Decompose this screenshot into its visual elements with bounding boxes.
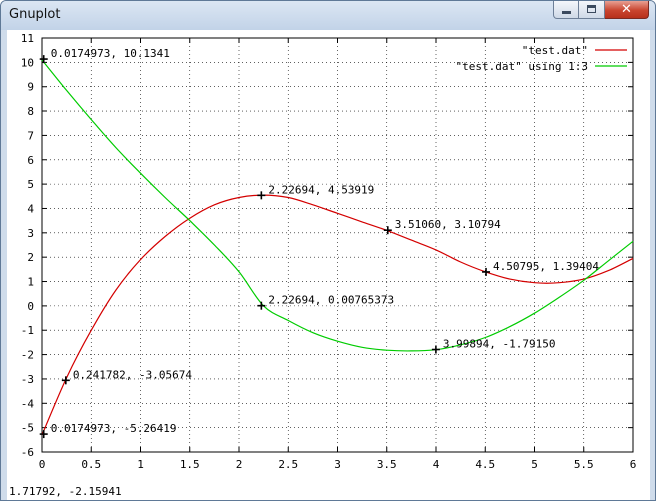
close-icon: ✕ [621, 2, 632, 17]
x-tick-label: 1.5 [180, 458, 200, 471]
x-tick-label: 0.5 [81, 458, 101, 471]
x-tick-label: 5.5 [574, 458, 594, 471]
y-tick-label: -6 [21, 446, 34, 459]
x-tick-label: 3.5 [377, 458, 397, 471]
y-tick-label: 7 [27, 129, 34, 142]
y-tick-label: -5 [21, 422, 34, 435]
y-tick-label: 4 [27, 202, 34, 215]
ticks: 0 0.5 1 1.5 2 2.5 3 3.5 4 4.5 5 5.5 6 -6 -5 -4 -3 -2 -1 0 1 2… [21, 32, 637, 471]
annotation-label: 0.0174973, -5.26419 [51, 422, 177, 435]
y-tick-label: 10 [21, 56, 34, 69]
y-tick-label: 0 [27, 300, 34, 313]
series-line-1 [41, 194, 634, 436]
annotation-label: 2.22694, 4.53919 [268, 183, 374, 196]
x-tick-label: 6 [630, 458, 637, 471]
x-tick-label: 4 [433, 458, 440, 471]
gnuplot-window: Gnuplot ✕ 0 0.5 1 1.5 2 2.5 3 3.5 4 4.5 5 5.5 6 -6 -5 -… [0, 0, 656, 501]
y-tick-label: 11 [21, 32, 34, 45]
close-button[interactable]: ✕ [605, 1, 649, 19]
series-line-2 [41, 59, 634, 352]
plot-area[interactable]: 0 0.5 1 1.5 2 2.5 3 3.5 4 4.5 5 5.5 6 -6 -5 -4 -3 -2 -1 0 1 2… [7, 30, 650, 501]
annotation-label: 3.99894, -1.79150 [443, 338, 556, 351]
x-tick-label: 5 [531, 458, 538, 471]
maximize-button[interactable] [579, 1, 605, 19]
x-tick-label: 0 [39, 458, 46, 471]
window-title: Gnuplot [9, 7, 61, 22]
x-tick-label: 2.5 [278, 458, 298, 471]
y-tick-label: 8 [27, 105, 34, 118]
y-tick-label: 1 [27, 276, 34, 289]
plot-chart[interactable]: 0 0.5 1 1.5 2 2.5 3 3.5 4 4.5 5 5.5 6 -6 -5 -4 -3 -2 -1 0 1 2… [7, 30, 650, 501]
plot-frame [41, 37, 634, 453]
annotations: 0.0174973, 10.1341 2.22694, 4.53919 3.5106… [39, 47, 599, 439]
window-controls: ✕ [553, 1, 649, 21]
x-tick-label: 3 [334, 458, 341, 471]
y-tick-label: -2 [21, 349, 34, 362]
y-tick-label: -3 [21, 373, 34, 386]
minimize-icon [562, 11, 571, 14]
annotation-label: 2.22694, 0.00765373 [268, 294, 394, 307]
y-tick-label: 9 [27, 81, 34, 94]
y-tick-label: 5 [27, 178, 34, 191]
grid [42, 38, 633, 452]
y-tick-label: 3 [27, 227, 34, 240]
annotation-label: 0.0174973, 10.1341 [51, 47, 170, 60]
legend-label-2: "test.dat" using 1:3 [456, 60, 588, 73]
title-bar[interactable]: Gnuplot ✕ [1, 1, 655, 30]
x-tick-label: 4.5 [475, 458, 495, 471]
annotation-label: 3.51060, 3.10794 [395, 218, 501, 231]
minimize-button[interactable] [553, 1, 579, 19]
x-tick-label: 1 [137, 458, 144, 471]
y-tick-label: -4 [21, 397, 35, 410]
y-tick-label: -1 [21, 324, 34, 337]
y-tick-label: 2 [27, 251, 34, 264]
status-coordinates: 1.71792, -2.15941 [9, 485, 122, 498]
maximize-icon [587, 5, 596, 13]
annotation-label: 0.241782, -3.05674 [73, 368, 193, 381]
y-tick-label: 6 [27, 154, 34, 167]
legend: "test.dat" "test.dat" using 1:3 [456, 44, 627, 73]
legend-label-1: "test.dat" [522, 44, 588, 57]
x-tick-label: 2 [236, 458, 243, 471]
annotation-label: 4.50795, 1.39404 [493, 260, 599, 273]
